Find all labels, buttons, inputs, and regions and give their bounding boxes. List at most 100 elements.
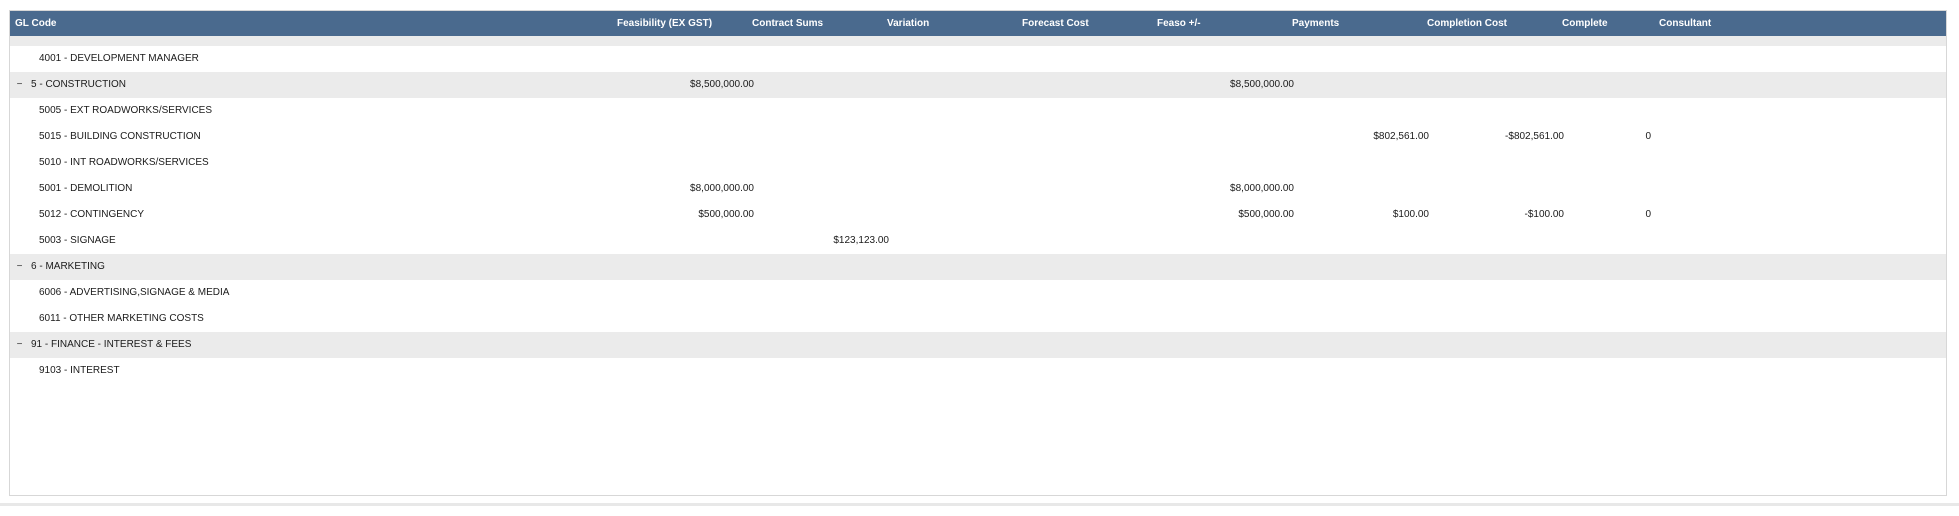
collapse-toggle-icon[interactable]: − [14,72,25,98]
cell-feasibility [624,36,754,46]
grid-rows: −4 - INTERNAL MANAGEMENT4001 - DEVELOPME… [10,36,1946,384]
header-complete[interactable]: Complete [1562,11,1608,36]
cell-feaso-diff [1164,306,1294,332]
cell-variation [892,124,1022,150]
cell-consultant [1659,98,1859,124]
cell-completion-cost [1434,72,1564,98]
cell-payments [1299,254,1429,280]
cell-completion-cost [1434,98,1564,124]
header-variation[interactable]: Variation [887,11,929,36]
cell-feasibility [624,46,754,72]
table-row[interactable]: 5015 - BUILDING CONSTRUCTION $802,561.00 -… [10,124,1946,150]
group-row[interactable]: −6 - MARKETING [10,254,1946,280]
cell-payments [1299,46,1429,72]
cell-complete [1571,150,1651,176]
collapse-toggle-icon[interactable]: − [14,332,25,358]
cell-consultant [1659,358,1859,384]
table-row[interactable]: 5003 - SIGNAGE $123,123.00 [10,228,1946,254]
cell-contract-sums [759,202,889,228]
cell-contract-sums: $123,123.00 [833,235,889,246]
cell-consultant [1659,280,1859,306]
cell-payments [1299,306,1429,332]
cell-forecast-cost [1027,124,1157,150]
cell-complete [1571,176,1651,202]
cell-variation [892,36,1022,46]
table-row[interactable]: 4001 - DEVELOPMENT MANAGER [10,46,1946,72]
cell-feaso-diff [1164,228,1294,254]
cell-consultant [1659,332,1859,358]
group-row[interactable]: −91 - FINANCE - INTEREST & FEES [10,332,1946,358]
table-row[interactable]: 5001 - DEMOLITION $8,000,000.00 $8,000,000… [10,176,1946,202]
cell-variation [892,228,1022,254]
cell-gl-code: 6011 - OTHER MARKETING COSTS [39,313,204,324]
cell-complete: 0 [1645,131,1651,142]
cell-feaso-diff [1164,98,1294,124]
cell-feaso-diff [1164,358,1294,384]
cell-payments [1299,150,1429,176]
header-payments[interactable]: Payments [1292,11,1339,36]
table-row[interactable]: 6006 - ADVERTISING,SIGNAGE & MEDIA [10,280,1946,306]
table-row[interactable]: 5005 - EXT ROADWORKS/SERVICES [10,98,1946,124]
cell-feasibility: $500,000.00 [698,209,754,220]
cell-variation [892,98,1022,124]
cell-contract-sums [759,280,889,306]
cell-payments: $100.00 [1392,209,1429,220]
cell-contract-sums [759,72,889,98]
cell-feasibility [624,124,754,150]
cell-feasibility: $8,500,000.00 [690,79,754,90]
grid-body: −4 - INTERNAL MANAGEMENT4001 - DEVELOPME… [10,36,1946,495]
cell-feaso-diff [1164,124,1294,150]
cell-feasibility [624,332,754,358]
cell-forecast-cost [1027,72,1157,98]
table-row[interactable]: 5012 - CONTINGENCY $500,000.00 $500,000.00… [10,202,1946,228]
cell-consultant [1659,72,1859,98]
cell-consultant [1659,36,1859,46]
cell-feaso-diff [1164,36,1294,46]
table-row[interactable]: 5010 - INT ROADWORKS/SERVICES [10,150,1946,176]
cell-consultant [1659,306,1859,332]
header-forecast-cost[interactable]: Forecast Cost [1022,11,1089,36]
cell-complete [1571,228,1651,254]
cell-consultant [1659,228,1859,254]
cell-variation [892,46,1022,72]
cell-feasibility [624,228,754,254]
cell-complete [1571,46,1651,72]
cell-feaso-diff [1164,254,1294,280]
header-contract-sums[interactable]: Contract Sums [752,11,823,36]
cell-completion-cost: -$100.00 [1524,209,1564,220]
cell-feasibility [624,280,754,306]
cell-gl-code: 5003 - SIGNAGE [39,235,116,246]
cell-contract-sums [759,46,889,72]
header-consultant[interactable]: Consultant [1659,11,1711,36]
cell-completion-cost [1434,306,1564,332]
header-feasibility[interactable]: Feasibility (EX GST) [617,11,712,36]
cell-variation [892,202,1022,228]
cell-gl-code: 5010 - INT ROADWORKS/SERVICES [39,157,209,168]
header-gl-code[interactable]: GL Code [15,11,56,36]
cell-completion-cost [1434,176,1564,202]
cell-payments [1299,72,1429,98]
cell-variation [892,332,1022,358]
cell-payments [1299,280,1429,306]
cell-complete [1571,358,1651,384]
cell-feaso-diff [1164,46,1294,72]
cell-complete [1571,306,1651,332]
group-row[interactable]: −4 - INTERNAL MANAGEMENT [10,36,1946,46]
cell-feasibility [624,254,754,280]
header-completion-cost[interactable]: Completion Cost [1427,11,1507,36]
group-row[interactable]: −5 - CONSTRUCTION $8,500,000.00 $8,500,000… [10,72,1946,98]
cell-variation [892,358,1022,384]
cell-forecast-cost [1027,280,1157,306]
table-row[interactable]: 9103 - INTEREST [10,358,1946,384]
cell-forecast-cost [1027,358,1157,384]
cell-complete [1571,72,1651,98]
cell-feaso-diff: $8,000,000.00 [1230,183,1294,194]
header-feaso-diff[interactable]: Feaso +/- [1157,11,1201,36]
collapse-toggle-icon[interactable]: − [14,254,25,280]
cell-complete [1571,254,1651,280]
cell-completion-cost [1434,358,1564,384]
collapse-toggle-icon[interactable]: − [14,36,25,46]
cell-variation [892,254,1022,280]
horizontal-scrollbar[interactable] [0,503,1959,506]
table-row[interactable]: 6011 - OTHER MARKETING COSTS [10,306,1946,332]
